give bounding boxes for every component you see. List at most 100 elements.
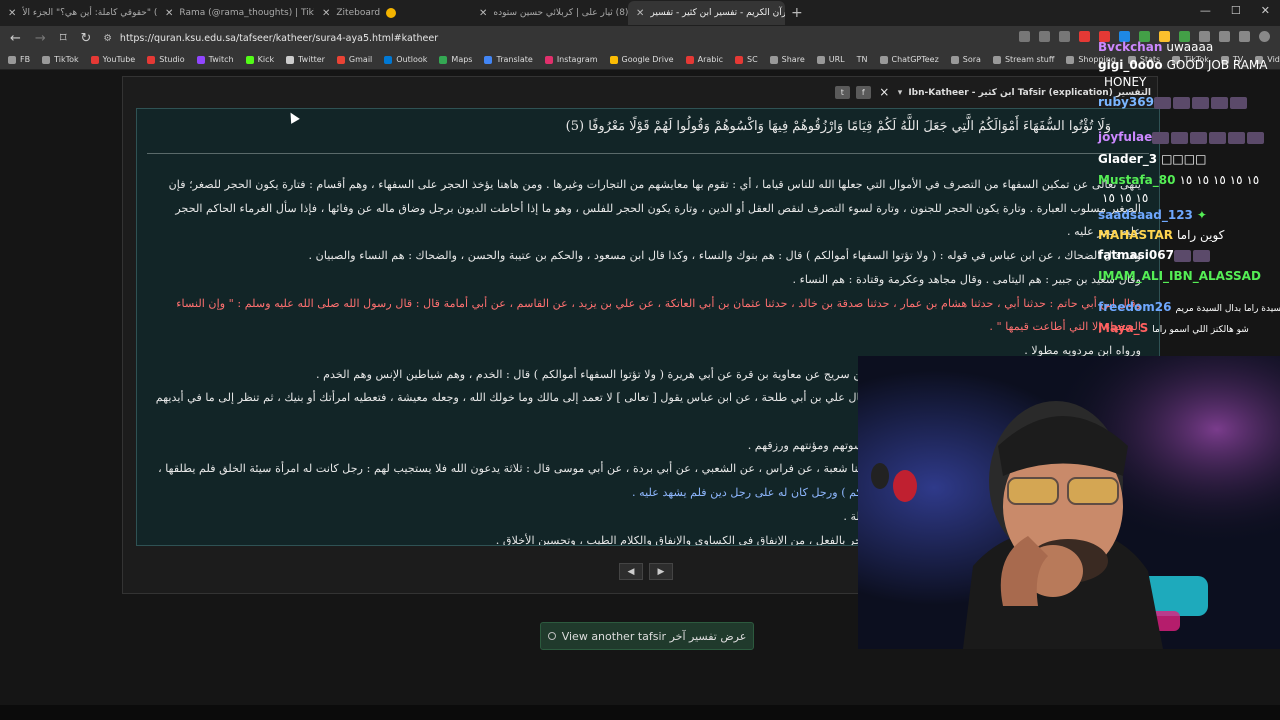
bookmark-item[interactable]: Stream stuff [992, 55, 1054, 64]
view-another-tafsir-label: View another tafsir عرض تفسير آخر [561, 629, 747, 643]
tafsir-line: وقال ابن أبي حاتم : حدثنا أبي ، حدثنا هش… [176, 296, 1141, 310]
folder-icon [992, 55, 1001, 64]
browser-tab[interactable]: (99+) Rama (@rama_thoughts) | TikTok ✕ [157, 1, 314, 25]
browser-tab-active[interactable]: القرآن الكريم - تفسير ابن كثير - تفسير ✕ [628, 1, 785, 25]
link-icon [816, 55, 825, 64]
bookmark-item[interactable]: Kick [245, 55, 274, 64]
chat-message: gigi_0o0o GOOD JOB RAMA [1098, 58, 1268, 72]
bookmark-item[interactable]: Twitter [286, 55, 325, 64]
chat-message: Glader_3 □□□□ [1098, 152, 1207, 166]
new-tab-icon[interactable]: + [791, 5, 803, 21]
youtube-icon [90, 55, 99, 64]
sc-icon [734, 55, 743, 64]
bookmark-item[interactable]: Share [769, 55, 805, 64]
emote-row [1173, 249, 1210, 262]
chat-message: ١٥ ١٥ ١٥ [1102, 191, 1149, 205]
pagination: ◀ ▶ [619, 563, 673, 580]
chevron-down-icon[interactable]: ▾ [898, 88, 903, 98]
bookmark-item[interactable]: Outlook [384, 55, 427, 64]
bookmark-item[interactable]: FB [8, 55, 30, 64]
share-icon[interactable] [1059, 31, 1070, 42]
tab-label: (8) ثيار على | كربلائي حسين ستوده [493, 8, 628, 18]
browser-tab[interactable]: (8) "حقوقي كاملة: أين هي؟" الجزء الأ ✕ [0, 1, 157, 25]
bookmarks-bar: FB TikTok YouTube Studio Twitch Kick Twi… [0, 50, 1280, 70]
maximize-icon[interactable]: ☐ [1231, 4, 1241, 17]
close-panel-button[interactable]: × [877, 86, 892, 99]
emote-row [1152, 131, 1265, 144]
prev-button[interactable]: ◀ [619, 563, 643, 580]
next-button[interactable]: ▶ [649, 563, 673, 580]
browser-tab[interactable]: Ziteboard ✕ [314, 1, 471, 25]
tab-label: (8) "حقوقي كاملة: أين هي؟" الجزء الأ [22, 8, 157, 18]
twitch-icon [196, 55, 205, 64]
webcam-overlay [858, 356, 1280, 649]
chat-message: joyfulae [1098, 130, 1265, 144]
bookmark-item[interactable]: Translate [484, 55, 533, 64]
close-icon[interactable]: ✕ [479, 8, 487, 19]
chat-message: Maya_S شو هالكنز اللي اسمو راما [1098, 321, 1249, 335]
close-icon[interactable]: ✕ [8, 8, 16, 19]
stream-chat-overlay: Bvckchan uwaaaa gigi_0o0o GOOD JOB RAMA HO… [1098, 40, 1280, 360]
bookmark-item[interactable]: Maps [439, 55, 472, 64]
chat-message: Bvckchan uwaaaa [1098, 40, 1214, 54]
tafsir-line: الصغير مسلوب العبارة . وتارة يكون الحجر … [175, 201, 1141, 215]
facebook-share-icon[interactable]: f [855, 86, 871, 99]
view-another-tafsir-button[interactable]: View another tafsir عرض تفسير آخر [540, 622, 754, 650]
forward-icon[interactable]: → [35, 31, 46, 46]
chatgpt-icon [879, 55, 888, 64]
folder-icon [8, 55, 16, 64]
close-window-icon[interactable]: ✕ [1261, 4, 1270, 17]
divider [147, 153, 1149, 154]
url-field[interactable]: ⚙ https://quran.ksu.edu.sa/tafseer/kathe… [103, 33, 438, 44]
bookmark-item[interactable]: Gmail [336, 55, 372, 64]
gmail-icon [336, 55, 345, 64]
folder-icon [42, 55, 51, 64]
outlook-icon [384, 55, 393, 64]
chat-message: IMAM_ALI_IBN_ALASSAD [1098, 269, 1261, 283]
close-icon[interactable]: ✕ [636, 8, 644, 19]
bookmark-item[interactable]: ChatGPTeez [879, 55, 939, 64]
maps-icon [439, 55, 448, 64]
chat-message: Mustafa_80 ١٥ ١٥ ١٥ ١٥ ١٥ [1098, 173, 1260, 187]
close-icon[interactable]: ✕ [165, 8, 173, 19]
ziteboard-icon [386, 8, 397, 18]
minimize-icon[interactable]: — [1200, 4, 1211, 17]
tafsir-line: عليه حجر عليه . [1066, 225, 1141, 239]
bookmark-item[interactable]: Twitch [196, 55, 234, 64]
youtube-icon [147, 55, 156, 64]
zoom-icon[interactable] [1039, 31, 1050, 42]
bookmark-item[interactable]: URL [816, 55, 845, 64]
bookmark-item[interactable]: YouTube [90, 55, 135, 64]
extension-icon[interactable] [1079, 31, 1090, 42]
bookmark-item[interactable]: TN [857, 55, 868, 64]
tab-label: (99+) Rama (@rama_thoughts) | TikTok [179, 8, 314, 18]
video-bottom-bar [0, 705, 1280, 720]
chat-message: MAHASTAR كوين راما [1098, 228, 1225, 242]
bookmark-item[interactable]: Studio [147, 55, 185, 64]
bookmark-item[interactable]: Instagram [544, 55, 598, 64]
site-info-icon[interactable]: ⚙ [103, 33, 112, 44]
url-text: https://quran.ksu.edu.sa/tafseer/katheer… [119, 32, 439, 44]
bookmark-item[interactable]: TikTok [42, 55, 79, 64]
back-icon[interactable]: ← [10, 31, 21, 46]
share-icon [769, 55, 778, 64]
bookmark-item[interactable]: Google Drive [609, 55, 674, 64]
tab-label: Ziteboard [336, 8, 381, 18]
bookmark-item[interactable]: Sora [950, 55, 981, 64]
tab-label: القرآن الكريم - تفسير ابن كثير - تفسير [650, 8, 785, 18]
browser-tab[interactable]: (8) ثيار على | كربلائي حسين ستوده ✕ [471, 1, 628, 25]
google-drive-icon [609, 55, 618, 64]
chat-message: fatmasi067 [1098, 248, 1210, 262]
address-bar: ← → ⌑ ↻ ⚙ https://quran.ksu.edu.sa/tafse… [0, 26, 1280, 50]
x-icon [286, 55, 295, 64]
reload-icon[interactable]: ↻ [80, 31, 91, 46]
bookmark-icon[interactable]: ⌑ [60, 31, 67, 46]
bookmark-item[interactable]: Arabic [685, 55, 723, 64]
webcam-feed [858, 356, 1280, 649]
bookmark-item[interactable]: SC [734, 55, 758, 64]
emote-row [1153, 96, 1247, 109]
chat-message: HONEY [1104, 75, 1147, 89]
translate-icon[interactable] [1019, 31, 1030, 42]
close-icon[interactable]: ✕ [322, 8, 330, 19]
twitter-share-icon[interactable]: t [834, 86, 850, 99]
